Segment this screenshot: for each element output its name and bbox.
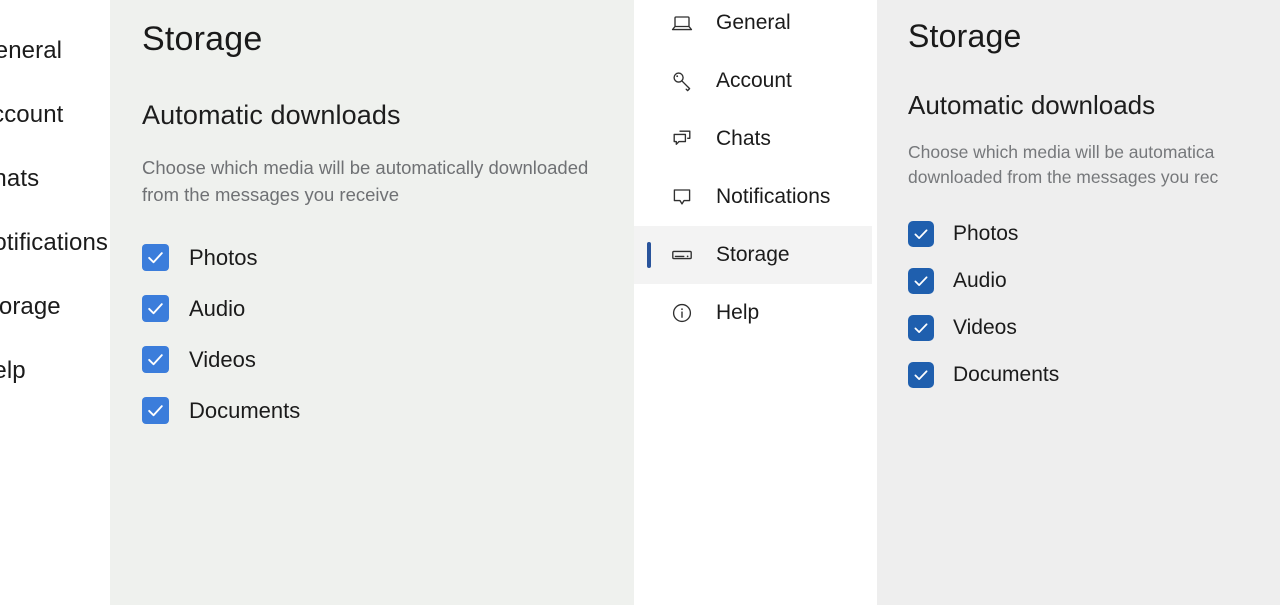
sidebar-item-label: Chats [0, 165, 40, 192]
laptop-icon [668, 9, 696, 37]
sidebar-item-label: Account [0, 101, 64, 128]
checkbox-label: Videos [953, 315, 1017, 339]
checkmark-icon[interactable] [908, 361, 934, 388]
sidebar-item-label: Storage [0, 293, 61, 320]
page-title: Storage [908, 18, 1022, 54]
checkbox-label: Audio [953, 268, 1007, 292]
nav-item-label: Storage [716, 243, 790, 266]
checkbox-label: Photos [189, 244, 258, 270]
info-circle-icon [668, 299, 696, 327]
sidebar-item-label: Notifications [0, 229, 109, 256]
storage-settings-pane-right: Storage Automatic downloads Choose which… [877, 0, 1280, 605]
nav-item-chats[interactable]: Chats [634, 110, 872, 168]
section-description-line-1: Choose which media will be automatica [908, 142, 1215, 162]
section-description-line-2: downloaded from the messages you rec [908, 167, 1219, 187]
sidebar-item-account[interactable]: Account [0, 86, 110, 144]
hard-drive-icon [668, 241, 696, 269]
nav-item-label: Chats [716, 127, 771, 150]
checkbox-row-documents[interactable]: Documents [908, 351, 1059, 398]
checkbox-row-photos[interactable]: Photos [142, 232, 300, 283]
checkmark-icon[interactable] [142, 244, 169, 271]
page-title: Storage [142, 20, 263, 58]
checkmark-icon[interactable] [908, 267, 934, 294]
sidebar-item-help[interactable]: Help [0, 342, 110, 400]
nav-item-account[interactable]: Account [634, 52, 872, 110]
checkbox-row-audio[interactable]: Audio [908, 257, 1059, 304]
checkmark-icon[interactable] [908, 220, 934, 247]
cropped-sidebar-strip: General Account Chats Notifications Stor… [0, 0, 110, 605]
section-description: Choose which media will be automatically… [142, 157, 589, 205]
checkbox-row-photos[interactable]: Photos [908, 210, 1059, 257]
checkmark-icon[interactable] [908, 314, 934, 341]
checkbox-label: Videos [189, 346, 256, 372]
nav-item-general[interactable]: General [634, 0, 872, 52]
nav-item-help[interactable]: Help [634, 284, 872, 342]
sidebar-item-storage[interactable]: Storage [0, 278, 110, 336]
nav-item-notifications[interactable]: Notifications [634, 168, 872, 226]
sidebar-item-label: Help [0, 357, 26, 384]
checkbox-label: Photos [953, 221, 1019, 245]
speech-bubble-icon [668, 183, 696, 211]
checkbox-row-videos[interactable]: Videos [142, 334, 300, 385]
checkbox-label: Audio [189, 295, 246, 321]
checkbox-label: Documents [189, 397, 301, 423]
nav-item-storage[interactable]: Storage [634, 226, 872, 284]
chat-bubbles-icon [668, 125, 696, 153]
sidebar-item-notifications[interactable]: Notifications [0, 214, 110, 272]
section-heading: Automatic downloads [908, 90, 1156, 120]
automatic-downloads-options: Photos Audio Videos Documents [908, 210, 1059, 398]
sidebar-item-general[interactable]: General [0, 22, 110, 80]
nav-item-label: General [716, 11, 791, 34]
nav-item-label: Account [716, 69, 792, 92]
automatic-downloads-options: Photos Audio Videos Documents [142, 232, 300, 436]
checkmark-icon[interactable] [142, 397, 169, 424]
checkmark-icon[interactable] [142, 295, 169, 322]
sidebar-item-label: General [0, 37, 63, 64]
key-icon [668, 67, 696, 95]
checkbox-label: Documents [953, 362, 1060, 386]
screenshot-stage: General Account Chats Notifications Stor… [0, 0, 1280, 605]
checkbox-row-audio[interactable]: Audio [142, 283, 300, 334]
settings-navigation-pane: General Account Chats Notifications Stor… [634, 0, 877, 605]
section-description: Choose which media will be automatica do… [908, 140, 1280, 190]
checkbox-row-documents[interactable]: Documents [142, 385, 300, 436]
nav-item-label: Notifications [716, 185, 831, 208]
nav-item-label: Help [716, 301, 760, 324]
checkbox-row-videos[interactable]: Videos [908, 304, 1059, 351]
sidebar-item-chats[interactable]: Chats [0, 150, 110, 208]
section-heading: Automatic downloads [142, 100, 401, 130]
storage-settings-pane-left: Storage Automatic downloads Choose which… [110, 0, 634, 605]
checkmark-icon[interactable] [142, 346, 169, 373]
